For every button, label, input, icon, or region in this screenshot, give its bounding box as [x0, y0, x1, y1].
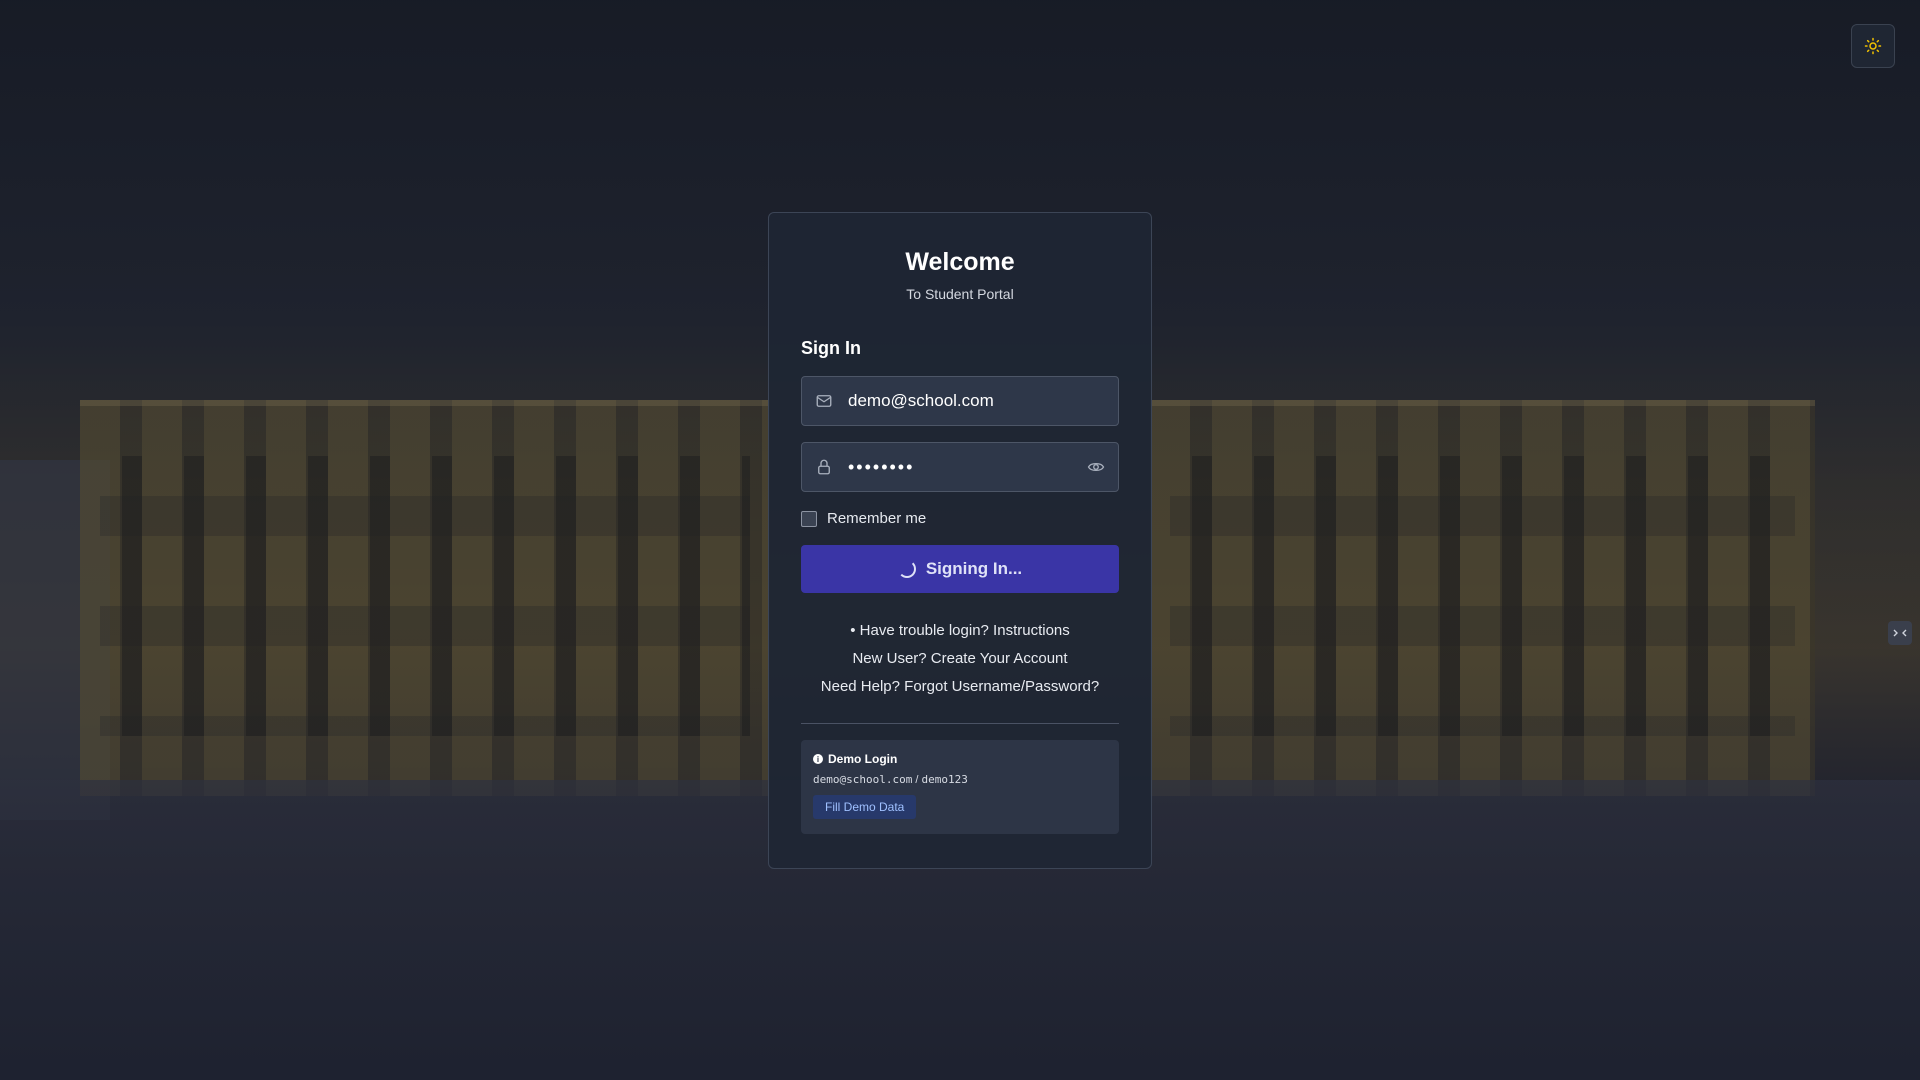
forgot-credentials-link[interactable]: Need Help? Forgot Username/Password?	[821, 678, 1099, 695]
sign-in-button[interactable]: Signing In...	[801, 545, 1119, 593]
sun-icon	[1864, 37, 1882, 55]
divider	[801, 723, 1119, 724]
demo-credentials: demo@school.com / demo123	[813, 773, 1107, 786]
trouble-login-link[interactable]: • Have trouble login? Instructions	[850, 622, 1070, 639]
page-title: Welcome	[905, 248, 1015, 276]
theme-toggle-button[interactable]	[1851, 24, 1895, 68]
mail-icon	[814, 391, 834, 411]
demo-password: demo123	[921, 773, 968, 786]
login-card: Welcome To Student Portal Sign In Rememb…	[768, 212, 1152, 869]
create-account-link[interactable]: New User? Create Your Account	[852, 650, 1067, 667]
password-input[interactable]	[846, 455, 1086, 479]
fill-demo-data-button[interactable]: Fill Demo Data	[813, 795, 917, 819]
remember-me-label[interactable]: Remember me	[827, 510, 926, 527]
sign-in-heading: Sign In	[801, 338, 861, 358]
side-widget-icon[interactable]	[1888, 621, 1912, 645]
demo-login-title: i Demo Login	[813, 752, 1107, 766]
email-input[interactable]	[846, 390, 1106, 412]
spinner-icon	[897, 560, 916, 578]
page-subtitle: To Student Portal	[906, 286, 1014, 302]
demo-email: demo@school.com	[813, 773, 913, 786]
sign-in-button-label: Signing In...	[925, 559, 1023, 578]
email-field[interactable]	[801, 376, 1119, 426]
info-icon: i	[813, 754, 823, 764]
background-building-right	[1150, 400, 1815, 796]
remember-me-row: Remember me	[801, 510, 1119, 527]
lock-icon	[814, 457, 834, 477]
demo-separator: /	[912, 774, 922, 786]
background-building-left	[80, 400, 770, 796]
remember-me-checkbox[interactable]	[801, 510, 817, 527]
demo-login-title-text: Demo Login	[828, 752, 898, 766]
eye-icon[interactable]	[1086, 457, 1106, 477]
help-links: • Have trouble login? Instructions New U…	[801, 617, 1119, 701]
password-field[interactable]	[801, 442, 1119, 492]
demo-login-box: i Demo Login demo@school.com / demo123 F…	[801, 740, 1119, 834]
